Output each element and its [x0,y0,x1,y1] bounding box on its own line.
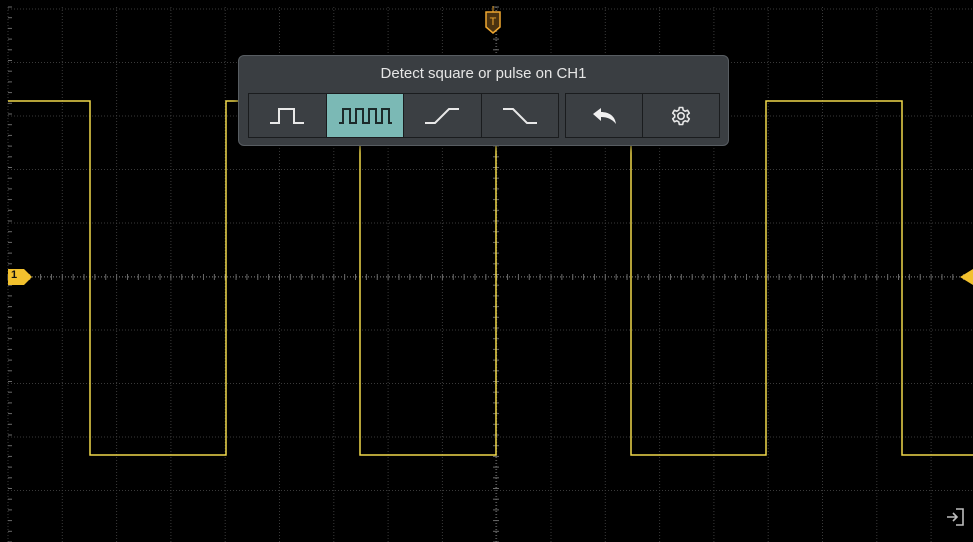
trigger-label: T [490,16,497,28]
rising-edge-icon [425,107,460,124]
settings-button[interactable] [643,94,719,137]
signal-type-button-group [248,93,559,138]
channel-label: 1 [11,269,18,281]
trigger-position-marker[interactable]: T [485,6,501,34]
ch1-waveform-trace [8,100,973,456]
single-pulse-icon [270,107,305,124]
popup-title: Detect square or pulse on CH1 [380,65,587,82]
action-button-group [565,93,720,138]
trigger-level-marker[interactable] [960,269,973,285]
single-pulse-button[interactable] [249,94,326,137]
falling-edge-icon [502,107,537,124]
auto-trigger-popup: Detect square or pulse on CH1 [238,55,729,146]
exit-icon[interactable] [944,506,966,528]
undo-icon [593,107,616,124]
pulse-train-button[interactable] [326,94,403,137]
undo-button[interactable] [566,94,642,137]
pulse-train-icon [338,107,392,124]
falling-edge-button[interactable] [481,94,558,137]
gear-icon [671,106,691,125]
rising-edge-button[interactable] [404,94,481,137]
